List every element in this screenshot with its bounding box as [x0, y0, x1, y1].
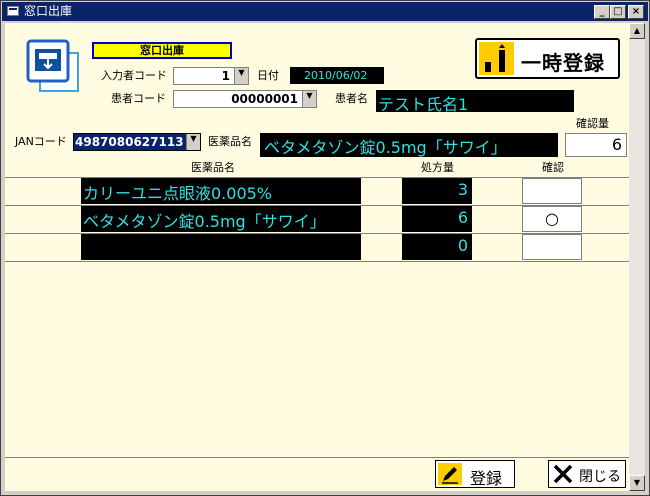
temp-register-label: 一時登録 [521, 51, 605, 75]
minimize-button[interactable]: _ [594, 5, 610, 19]
title-bar[interactable]: 窓口出庫 _ □ × [2, 2, 648, 21]
close-icon: × [631, 6, 641, 17]
register-button[interactable]: 登録 [435, 460, 515, 488]
row-qty-value: 0 [457, 236, 468, 255]
scroll-down-button[interactable]: ▼ [629, 475, 645, 491]
patient-name-label: 患者名 [335, 92, 368, 105]
drug-name-value: ベタメタゾン錠0.5mg「サワイ」 [264, 138, 507, 157]
table-header-check: 確認 [542, 161, 564, 174]
confirm-qty-label: 確認量 [576, 117, 609, 130]
patient-code-combo[interactable]: 00000001 ▼ [173, 90, 317, 108]
row-drug-value: カリーユニ点眼液0.005% [83, 184, 273, 203]
patient-name-value: テスト氏名1 [378, 95, 469, 114]
chevron-up-icon: ▲ [633, 26, 641, 35]
jan-code-value: 4987080627113 [75, 135, 184, 149]
temp-register-button[interactable]: 一時登録 [475, 38, 620, 79]
drug-name-label: 医薬品名 [208, 135, 252, 148]
row-qty-field: 0 [402, 234, 472, 260]
date-label: 日付 [257, 69, 279, 82]
input-code-value: 1 [221, 69, 230, 83]
jan-code-label: JANコード [15, 135, 67, 148]
row-check-field[interactable] [522, 234, 582, 260]
row-separator [5, 261, 629, 262]
row-drug-field: ベタメタゾン錠0.5mg「サワイ」 [81, 206, 361, 232]
chevron-down-icon[interactable]: ▼ [234, 68, 248, 84]
vertical-scrollbar[interactable]: ▲ ▼ [629, 23, 645, 491]
row-qty-value: 3 [457, 180, 468, 199]
chevron-down-icon: ▼ [633, 478, 641, 487]
patient-code-label: 患者コード [111, 92, 166, 105]
row-drug-field [81, 234, 361, 260]
maximize-icon: □ [613, 6, 623, 17]
window: 窓口出庫 _ □ × 窓口出庫 一時登録 入力者コード 1 ▼ 日付 2010/… [0, 0, 650, 496]
scroll-up-button[interactable]: ▲ [629, 23, 645, 39]
row-check-value: ○ [545, 209, 559, 228]
form-badge: 窓口出庫 [92, 42, 232, 59]
close-window-button[interactable]: × [628, 5, 644, 19]
close-label: 閉じる [579, 469, 621, 485]
date-field: 2010/06/02 [290, 67, 384, 84]
row-check-field[interactable] [522, 178, 582, 204]
close-button[interactable]: 閉じる [548, 460, 626, 488]
row-qty-field: 6 [402, 206, 472, 232]
jan-code-combo[interactable]: 4987080627113 ▼ [73, 133, 201, 151]
window-title: 窓口出庫 [24, 4, 73, 18]
drug-name-field: ベタメタゾン錠0.5mg「サワイ」 [260, 133, 558, 157]
close-x-icon [551, 463, 575, 485]
row-qty-value: 6 [457, 208, 468, 227]
date-value: 2010/06/02 [304, 69, 368, 82]
confirm-qty-field[interactable]: 6 [565, 133, 627, 157]
chevron-down-icon[interactable]: ▼ [186, 134, 200, 150]
row-qty-field: 3 [402, 178, 472, 204]
minimize-icon: _ [599, 6, 605, 17]
input-code-combo[interactable]: 1 ▼ [173, 67, 249, 85]
confirm-qty-value: 6 [611, 135, 622, 154]
table-header-qty: 処方量 [421, 161, 454, 174]
register-label: 登録 [470, 469, 503, 488]
row-check-field[interactable]: ○ [522, 206, 582, 232]
footer-separator [5, 457, 629, 458]
table-header-drug: 医薬品名 [191, 161, 235, 174]
form-badge-text: 窓口出庫 [140, 44, 184, 57]
row-drug-value: ベタメタゾン錠0.5mg「サワイ」 [83, 212, 326, 231]
chevron-down-icon[interactable]: ▼ [302, 91, 316, 107]
patient-name-field: テスト氏名1 [376, 90, 574, 114]
input-code-label: 入力者コード [101, 69, 167, 82]
patient-code-value: 00000001 [231, 92, 298, 106]
temp-register-icon [479, 42, 514, 75]
dispense-form-icon [26, 39, 82, 95]
pencil-icon [438, 463, 462, 485]
row-drug-field: カリーユニ点眼液0.005% [81, 178, 361, 204]
maximize-button[interactable]: □ [610, 5, 626, 19]
window-app-icon [7, 6, 19, 16]
